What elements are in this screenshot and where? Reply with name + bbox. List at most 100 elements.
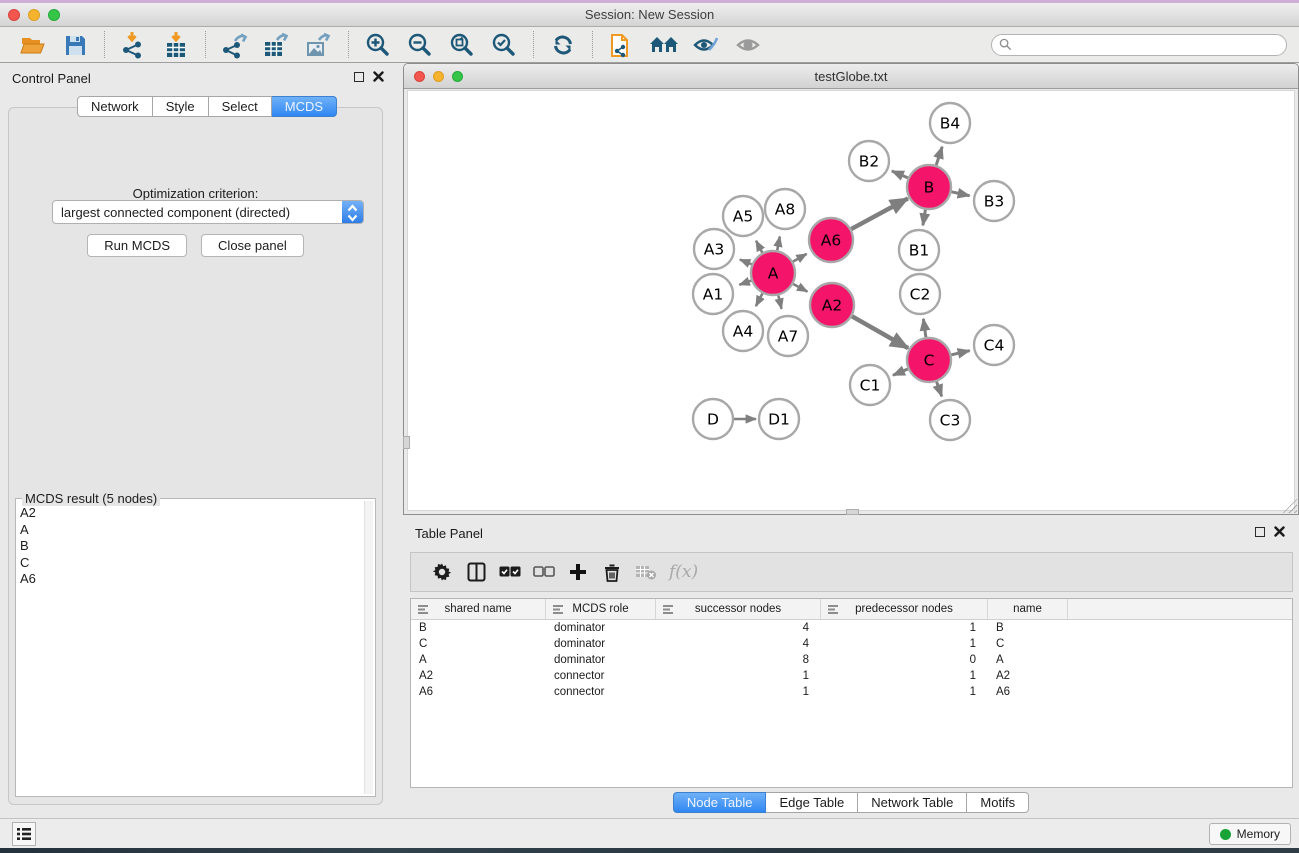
edge-B-B4[interactable] <box>936 147 942 165</box>
edge-A-A1[interactable] <box>739 281 751 285</box>
node-C3[interactable]: C3 <box>930 400 970 440</box>
edge-B-B3[interactable] <box>951 192 969 196</box>
node-C[interactable]: C <box>907 338 951 382</box>
apply-layout-button[interactable] <box>548 30 578 60</box>
export-image-button[interactable] <box>304 30 334 60</box>
column-header-mcds-role[interactable]: MCDS role <box>546 599 656 619</box>
column-header-predecessor-nodes[interactable]: predecessor nodes <box>821 599 988 619</box>
column-header-successor-nodes[interactable]: successor nodes <box>656 599 821 619</box>
export-network-button[interactable] <box>220 30 250 60</box>
tab-select[interactable]: Select <box>209 96 272 117</box>
mcds-result-item[interactable]: A2 <box>20 505 363 522</box>
mcds-result-item[interactable]: A <box>20 522 363 539</box>
edge-A-A8[interactable] <box>777 237 780 251</box>
edge-A-A2[interactable] <box>793 284 807 292</box>
node-A7[interactable]: A7 <box>768 316 808 356</box>
node-A1[interactable]: A1 <box>693 274 733 314</box>
table-row[interactable]: A6connector11A6 <box>411 684 1292 700</box>
edge-C-C1[interactable] <box>893 369 908 375</box>
node-A6[interactable]: A6 <box>809 218 853 262</box>
edge-A-A3[interactable] <box>740 260 752 265</box>
node-C2[interactable]: C2 <box>900 274 940 314</box>
new-network-from-selection-button[interactable] <box>607 30 637 60</box>
zoom-selected-button[interactable] <box>489 30 519 60</box>
edge-A-A4[interactable] <box>756 293 763 306</box>
node-A2[interactable]: A2 <box>810 283 854 327</box>
deselect-all-button[interactable] <box>527 557 561 587</box>
mcds-result-list[interactable]: A2ABCA6 <box>20 505 363 794</box>
close-panel-icon[interactable] <box>1274 526 1285 537</box>
tab-network[interactable]: Network <box>77 96 153 117</box>
edge-A2-C[interactable] <box>852 316 908 348</box>
zoom-in-button[interactable] <box>363 30 393 60</box>
import-table-button[interactable] <box>161 30 191 60</box>
zoom-fit-button[interactable] <box>447 30 477 60</box>
edge-C-C4[interactable] <box>951 351 969 355</box>
edge-C-C2[interactable] <box>923 319 926 337</box>
network-window-titlebar[interactable]: testGlobe.txt <box>404 64 1298 89</box>
node-A[interactable]: A <box>751 251 795 295</box>
table-row[interactable]: Cdominator41C <box>411 636 1292 652</box>
node-D[interactable]: D <box>693 399 733 439</box>
create-column-button[interactable] <box>561 557 595 587</box>
mcds-result-item[interactable]: C <box>20 555 363 572</box>
table-row[interactable]: Bdominator41B <box>411 620 1292 636</box>
table-tab-network-table[interactable]: Network Table <box>858 792 967 813</box>
table-row[interactable]: A2connector11A2 <box>411 668 1292 684</box>
close-panel-button[interactable]: Close panel <box>201 234 304 257</box>
network-canvas[interactable]: B4 B2 B B3 A8A5 A6 B1 A3 A C2 A1 A2 A4A7 C4 C C1 C3 D D1 <box>407 90 1295 511</box>
show-all-button[interactable] <box>733 30 763 60</box>
edge-B-B1[interactable] <box>923 210 925 226</box>
mcds-list-scrollbar[interactable] <box>364 501 373 794</box>
optimization-criterion-select[interactable]: largest connected component (directed) <box>52 200 364 224</box>
edge-A-A7[interactable] <box>778 295 781 308</box>
run-mcds-button[interactable]: Run MCDS <box>87 234 187 257</box>
hide-selected-button[interactable] <box>691 30 721 60</box>
node-B1[interactable]: B1 <box>899 230 939 270</box>
table-row[interactable]: Adominator80A <box>411 652 1292 668</box>
split-divider-handle[interactable] <box>846 509 859 515</box>
float-panel-icon[interactable] <box>354 72 364 82</box>
node-D1[interactable]: D1 <box>759 399 799 439</box>
zoom-out-button[interactable] <box>405 30 435 60</box>
save-session-button[interactable] <box>60 30 90 60</box>
node-C4[interactable]: C4 <box>974 325 1014 365</box>
import-network-button[interactable] <box>119 30 149 60</box>
node-A4[interactable]: A4 <box>723 311 763 351</box>
function-builder-button[interactable]: f(x) <box>669 562 698 582</box>
node-B4[interactable]: B4 <box>930 103 970 143</box>
column-header-shared-name[interactable]: shared name <box>411 599 546 619</box>
float-panel-icon[interactable] <box>1255 527 1265 537</box>
node-C1[interactable]: C1 <box>850 365 890 405</box>
select-all-button[interactable] <box>493 557 527 587</box>
node-A3[interactable]: A3 <box>694 229 734 269</box>
delete-table-button[interactable] <box>629 557 663 587</box>
split-divider-handle[interactable] <box>403 436 410 449</box>
edge-C-C3[interactable] <box>937 382 942 397</box>
task-history-button[interactable] <box>12 822 36 846</box>
memory-button[interactable]: Memory <box>1209 823 1291 845</box>
search-input[interactable] <box>991 34 1287 56</box>
node-A5[interactable]: A5 <box>723 196 763 236</box>
tab-style[interactable]: Style <box>153 96 209 117</box>
table-settings-button[interactable] <box>425 557 459 587</box>
close-panel-icon[interactable] <box>373 71 384 82</box>
first-neighbors-button[interactable] <box>649 30 679 60</box>
edge-A-A5[interactable] <box>756 241 762 253</box>
edge-B-B2[interactable] <box>892 171 908 178</box>
open-file-button[interactable] <box>18 30 48 60</box>
node-B[interactable]: B <box>907 165 951 209</box>
tab-mcds[interactable]: MCDS <box>272 96 337 117</box>
table-tab-node-table[interactable]: Node Table <box>673 792 767 813</box>
column-header-name[interactable]: name <box>988 599 1068 619</box>
mcds-result-item[interactable]: B <box>20 538 363 555</box>
node-B2[interactable]: B2 <box>849 141 889 181</box>
edge-A-A6[interactable] <box>793 254 807 262</box>
table-tab-motifs[interactable]: Motifs <box>967 792 1029 813</box>
export-table-button[interactable] <box>262 30 292 60</box>
table-tab-edge-table[interactable]: Edge Table <box>766 792 858 813</box>
node-B3[interactable]: B3 <box>974 181 1014 221</box>
node-A8[interactable]: A8 <box>765 189 805 229</box>
show-columns-button[interactable] <box>459 557 493 587</box>
edge-A6-B[interactable] <box>851 198 908 229</box>
